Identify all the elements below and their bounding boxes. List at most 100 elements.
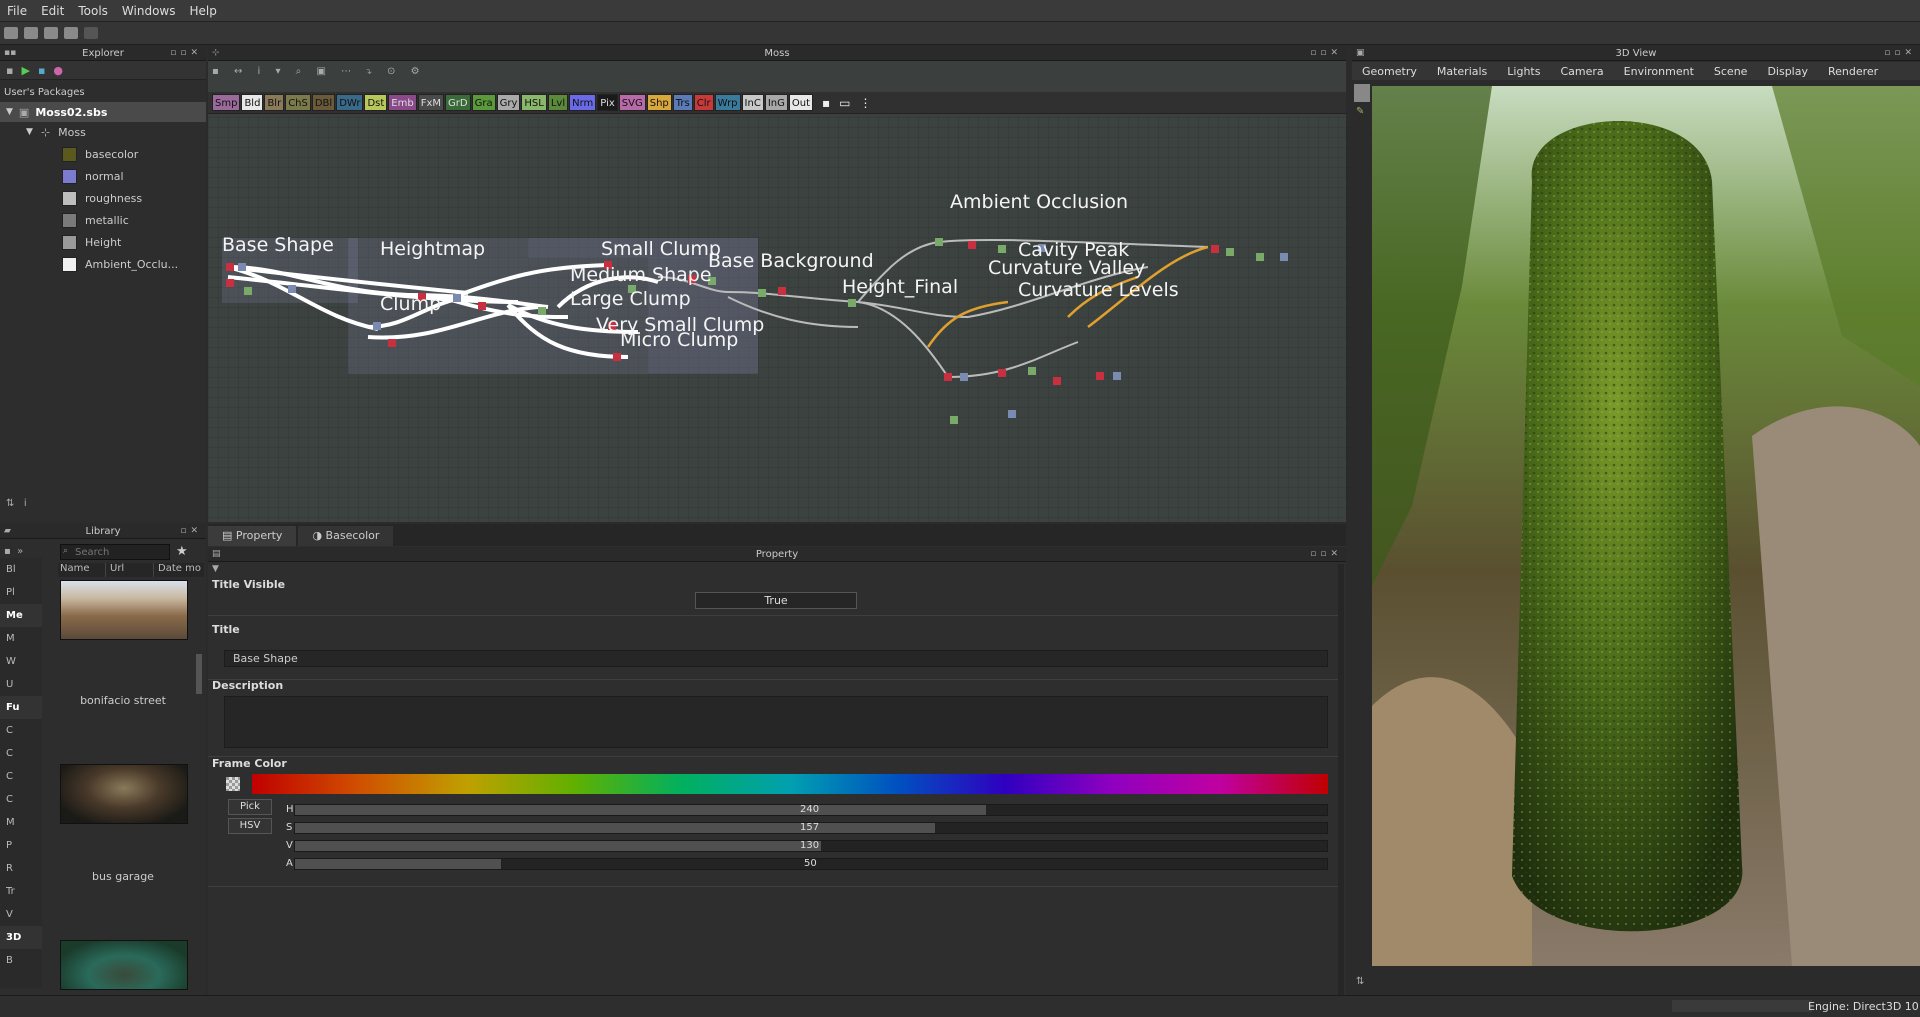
node-button-dst[interactable]: Dst bbox=[364, 94, 388, 111]
frame-icon[interactable]: ▭ bbox=[839, 96, 850, 110]
tree-output[interactable]: Ambient_Occlu... bbox=[62, 254, 178, 274]
menu-camera[interactable]: Camera bbox=[1550, 65, 1613, 78]
library-thumbnail[interactable] bbox=[60, 764, 188, 824]
save-package-icon[interactable]: ▪ bbox=[38, 64, 45, 77]
library-thumbnail[interactable] bbox=[60, 580, 188, 640]
node-button-clr[interactable]: Clr bbox=[693, 94, 714, 111]
property-scrollbar[interactable] bbox=[1338, 564, 1344, 1004]
tree-package[interactable]: ▼ ▣ Moss02.sbs bbox=[0, 102, 206, 122]
column-date[interactable]: Date mo bbox=[154, 563, 204, 577]
node-button-gry[interactable]: Gry bbox=[496, 94, 521, 111]
tree-output[interactable]: normal bbox=[62, 166, 124, 186]
node-button-dbl[interactable]: DBl bbox=[311, 94, 336, 111]
menu-display[interactable]: Display bbox=[1757, 65, 1818, 78]
library-category[interactable]: U bbox=[0, 673, 42, 696]
tab-basecolor[interactable]: ◑ Basecolor bbox=[298, 526, 394, 546]
library-category[interactable]: W bbox=[0, 650, 42, 673]
library-category[interactable]: C bbox=[0, 742, 42, 765]
explorer-footer-icons[interactable]: ⇅ i bbox=[6, 498, 27, 509]
library-category[interactable]: R bbox=[0, 857, 42, 880]
menu-help[interactable]: Help bbox=[182, 4, 223, 18]
node-button-bld[interactable]: Bld bbox=[241, 94, 264, 111]
library-search-input[interactable] bbox=[60, 544, 170, 560]
panel-window-buttons[interactable]: ▫▫✕ bbox=[170, 46, 202, 61]
library-item-label[interactable]: bus garage bbox=[48, 870, 198, 883]
library-category[interactable]: C bbox=[0, 788, 42, 811]
library-category[interactable]: C bbox=[0, 719, 42, 742]
favorite-star-icon[interactable]: ★ bbox=[176, 544, 188, 559]
graph-canvas[interactable]: Base Shape Heightmap Small Clump Base Ba… bbox=[208, 117, 1346, 522]
library-item-label[interactable]: bonifacio street bbox=[48, 694, 198, 707]
tree-output[interactable]: metallic bbox=[62, 210, 129, 230]
expand-arrow-icon[interactable]: ▼ bbox=[26, 127, 33, 137]
node-button-emb[interactable]: Emb bbox=[388, 94, 417, 111]
library-nav-icons[interactable]: ▪ » bbox=[4, 546, 44, 557]
node-button-trs[interactable]: Trs bbox=[672, 94, 693, 111]
collapse-arrow-icon[interactable]: ▼ bbox=[212, 564, 219, 574]
node-button-pix[interactable]: Pix bbox=[597, 94, 618, 111]
node-button-shp[interactable]: Shp bbox=[646, 94, 672, 111]
node-button-ing[interactable]: InG bbox=[764, 94, 788, 111]
menu-environment[interactable]: Environment bbox=[1614, 65, 1704, 78]
redo-icon[interactable] bbox=[84, 27, 98, 39]
node-button-nrm[interactable]: Nrm bbox=[569, 94, 597, 111]
node-button-fxm[interactable]: FxM bbox=[417, 94, 445, 111]
panel-window-buttons[interactable]: ▫✕ bbox=[180, 524, 202, 539]
pin-icon[interactable]: ⋮ bbox=[859, 96, 871, 110]
hsv-mode-button[interactable]: HSV bbox=[228, 818, 272, 834]
menu-scene[interactable]: Scene bbox=[1704, 65, 1758, 78]
description-field[interactable] bbox=[224, 696, 1328, 748]
node-button-chs[interactable]: ChS bbox=[285, 94, 311, 111]
menu-renderer[interactable]: Renderer bbox=[1818, 65, 1888, 78]
menu-lights[interactable]: Lights bbox=[1497, 65, 1550, 78]
node-button-blr[interactable]: Blr bbox=[264, 94, 285, 111]
viewport-footer-icon[interactable]: ⇅ bbox=[1356, 976, 1364, 987]
node-button-svg[interactable]: SVG bbox=[618, 94, 646, 111]
camera-tool-icon[interactable] bbox=[1354, 84, 1370, 102]
new-package-icon[interactable]: ▪ bbox=[6, 64, 13, 77]
column-url[interactable]: Url bbox=[106, 563, 154, 577]
expand-arrow-icon[interactable]: ▼ bbox=[6, 107, 13, 117]
panel-window-buttons[interactable]: ▫▫✕ bbox=[1884, 46, 1916, 61]
library-category[interactable]: M bbox=[0, 627, 42, 650]
node-button-out[interactable]: Out bbox=[788, 94, 813, 111]
library-category[interactable]: 3D bbox=[0, 926, 42, 949]
node-button-gra[interactable]: Gra bbox=[471, 94, 496, 111]
undo-icon[interactable] bbox=[64, 27, 78, 39]
library-category[interactable]: V bbox=[0, 903, 42, 926]
node-button-dwr[interactable]: DWr bbox=[336, 94, 364, 111]
tree-output[interactable]: Height bbox=[62, 232, 121, 252]
open-folder-icon[interactable] bbox=[24, 27, 38, 39]
library-category[interactable]: P bbox=[0, 834, 42, 857]
library-category[interactable]: M bbox=[0, 811, 42, 834]
node-button-lvl[interactable]: Lvl bbox=[547, 94, 569, 111]
library-category[interactable]: Tr bbox=[0, 880, 42, 903]
library-category[interactable]: C bbox=[0, 765, 42, 788]
node-button-inc[interactable]: InC bbox=[741, 94, 764, 111]
comment-icon[interactable]: ▪ bbox=[822, 96, 830, 110]
menu-windows[interactable]: Windows bbox=[115, 4, 183, 18]
library-category[interactable]: Pl bbox=[0, 581, 42, 604]
menu-geometry[interactable]: Geometry bbox=[1352, 65, 1427, 78]
title-visible-toggle[interactable]: True bbox=[695, 592, 857, 609]
menu-materials[interactable]: Materials bbox=[1427, 65, 1497, 78]
tree-output[interactable]: basecolor bbox=[62, 144, 138, 164]
tree-output[interactable]: roughness bbox=[62, 188, 142, 208]
3d-viewport[interactable] bbox=[1372, 86, 1920, 966]
menu-tools[interactable]: Tools bbox=[71, 4, 115, 18]
menu-file[interactable]: File bbox=[0, 4, 34, 18]
panel-window-buttons[interactable]: ▫▫✕ bbox=[1310, 547, 1342, 562]
graph-toolbar[interactable]: ▪ ↔ i ▾ ⌕ ▣ ⋯ ⤵ ⊙ ⚙ bbox=[212, 66, 426, 77]
library-category[interactable]: Bl bbox=[0, 558, 42, 581]
library-category[interactable]: Fu bbox=[0, 696, 42, 719]
node-button-wrp[interactable]: Wrp bbox=[714, 94, 741, 111]
panel-window-buttons[interactable]: ▫▫✕ bbox=[1310, 46, 1342, 61]
column-name[interactable]: Name bbox=[58, 563, 106, 577]
library-scrollbar[interactable] bbox=[196, 654, 202, 694]
pick-button[interactable]: Pick bbox=[228, 799, 272, 815]
hue-spectrum-bar[interactable] bbox=[252, 774, 1328, 794]
node-button-hsl[interactable]: HSL bbox=[521, 94, 547, 111]
tab-property[interactable]: ▤ Property bbox=[208, 526, 297, 546]
light-tool-icon[interactable]: ✎ bbox=[1356, 106, 1364, 117]
run-icon[interactable]: ▶ bbox=[21, 64, 29, 77]
